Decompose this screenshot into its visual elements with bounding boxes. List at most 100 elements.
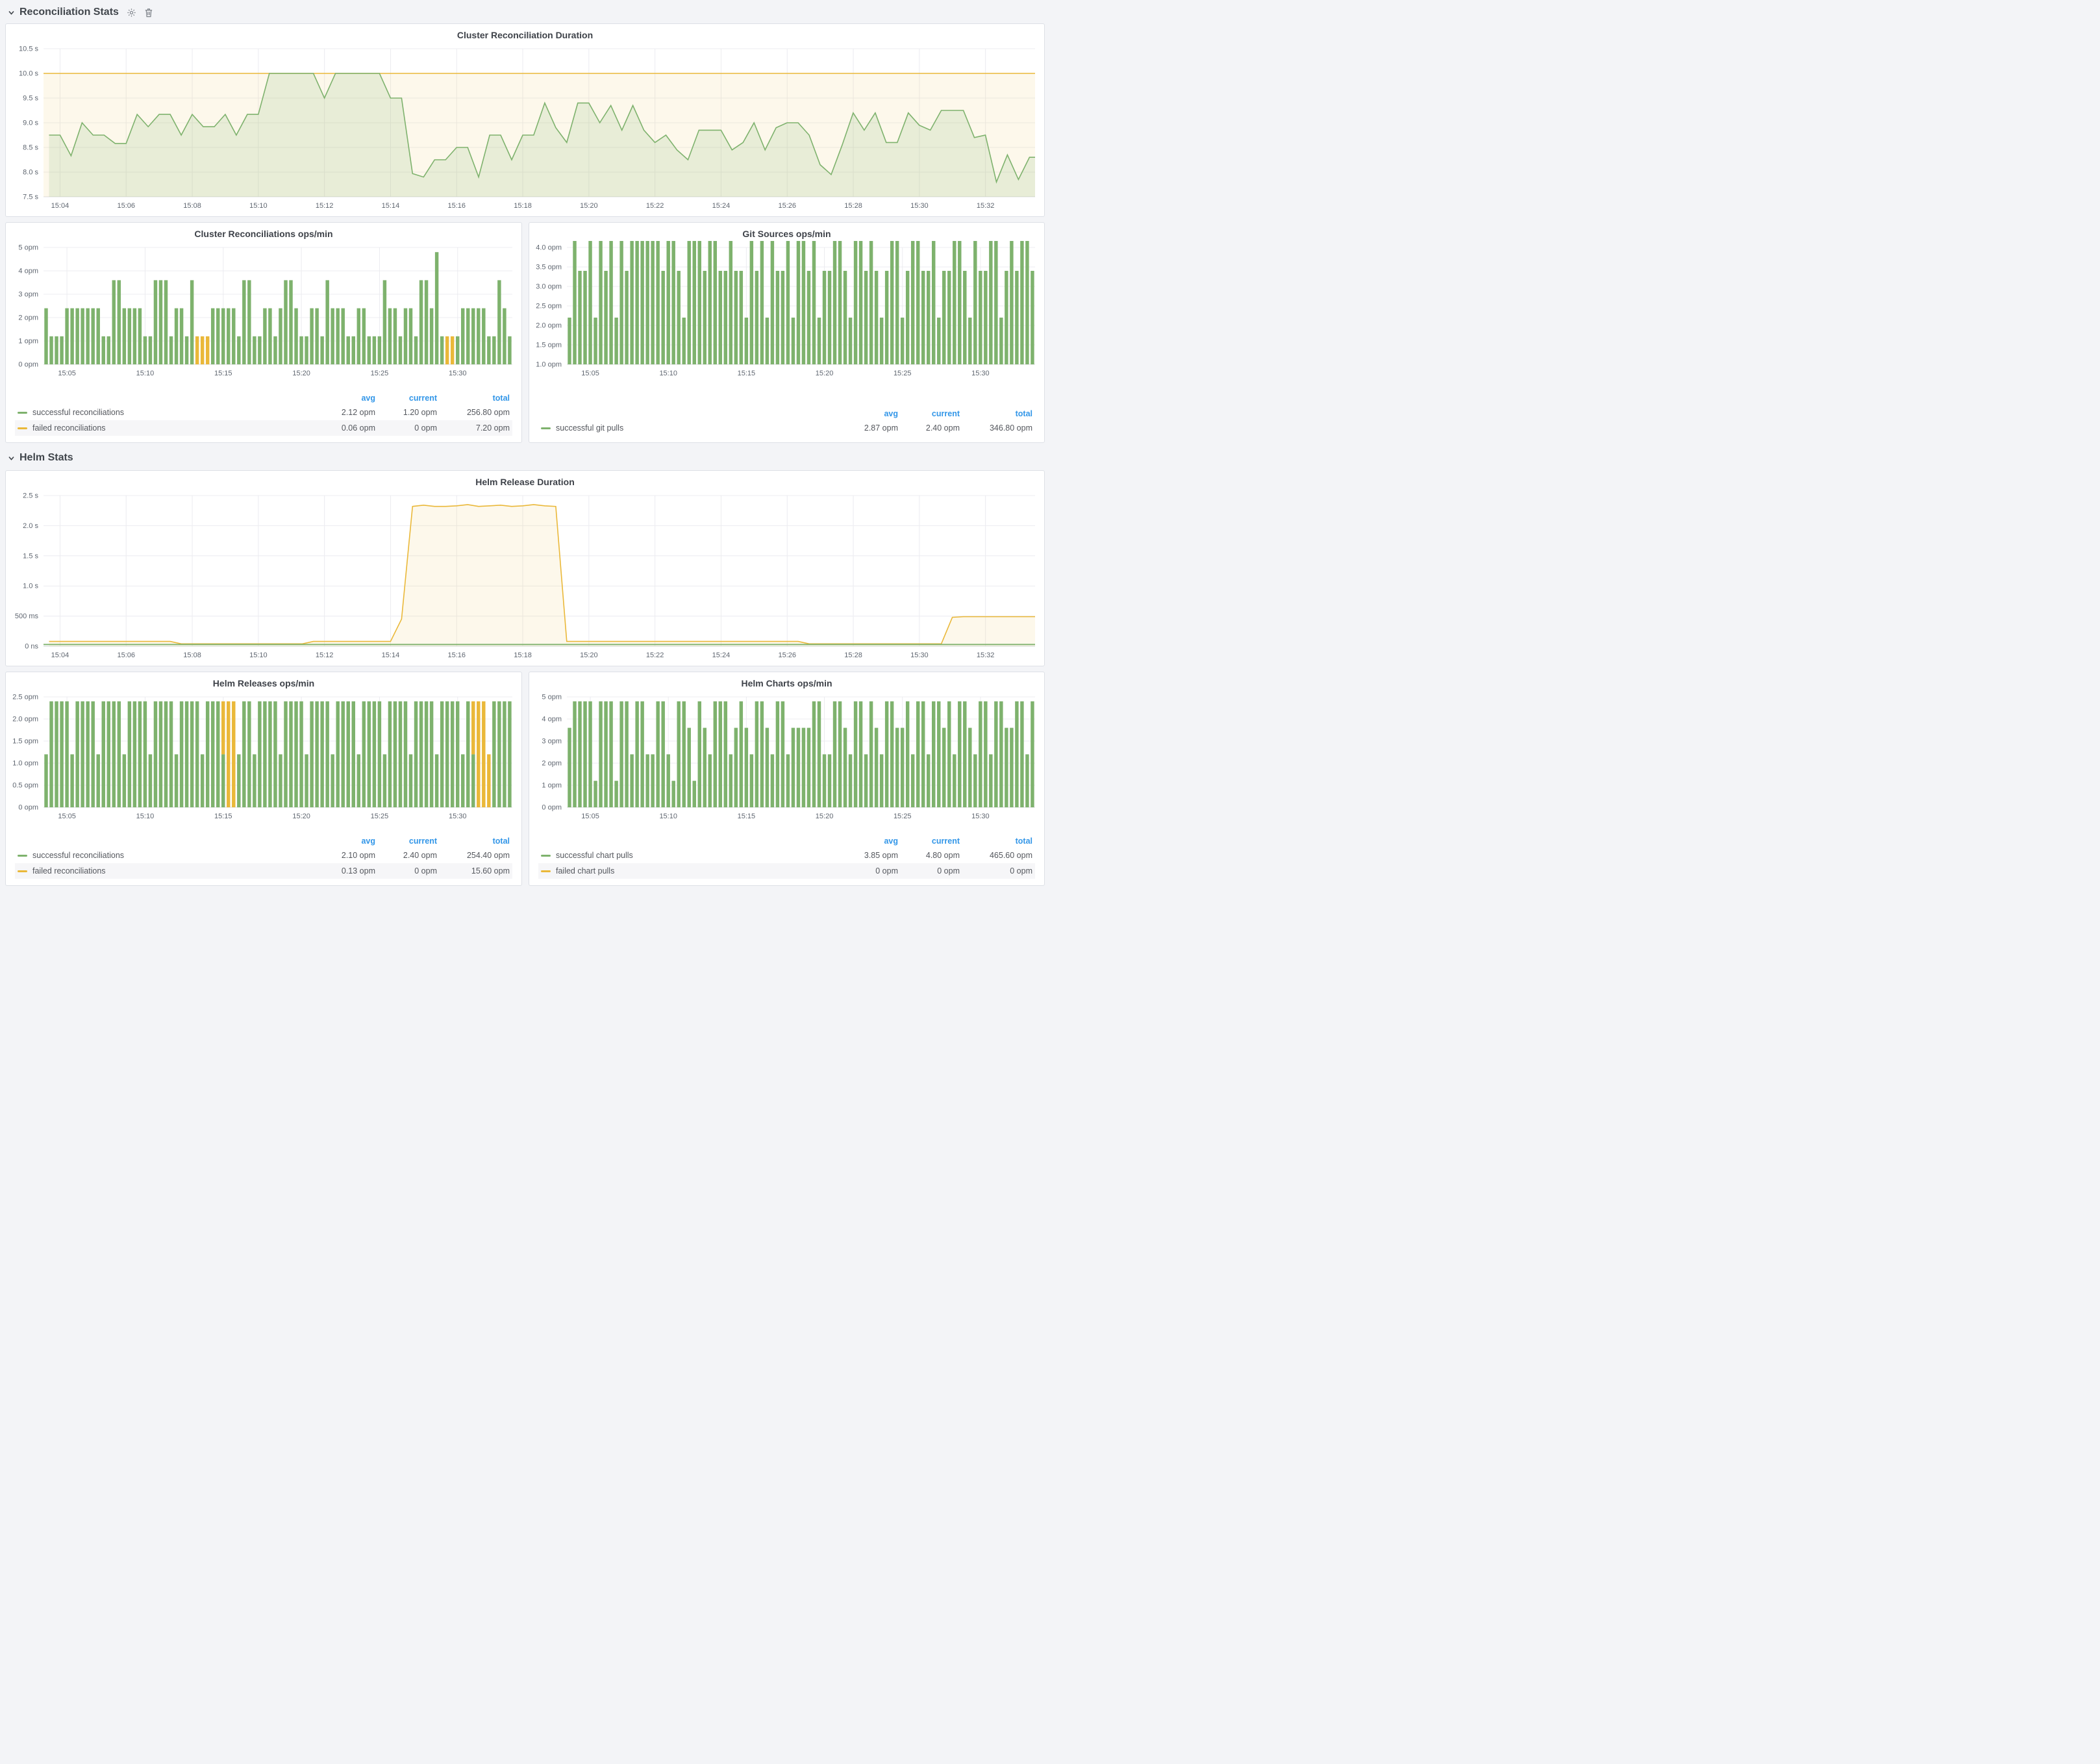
legend-sort-avg[interactable]: avg — [833, 837, 898, 846]
chart-canvas-helm-releases-opm[interactable]: 0 opm0.5 opm1.0 opm1.5 opm2.0 opm2.5 opm… — [6, 690, 521, 823]
chart-canvas-helm-release-duration[interactable]: 0 ns500 ms1.0 s1.5 s2.0 s2.5 s15:0415:06… — [6, 489, 1044, 662]
y-tick-label: 4 opm — [18, 268, 38, 275]
bar-successful — [1020, 701, 1023, 807]
legend-sort-total[interactable]: total — [960, 409, 1032, 418]
legend-sort-avg[interactable]: avg — [310, 394, 375, 403]
bar-successful — [671, 781, 675, 807]
legend-series-label[interactable]: successful git pulls — [541, 423, 833, 433]
bar-successful — [583, 271, 586, 364]
bar-successful — [419, 280, 423, 364]
y-tick-label: 9.5 s — [23, 95, 38, 103]
legend-value-total: 15.60 opm — [437, 866, 510, 876]
bar-successful — [583, 701, 586, 807]
y-tick-label: 3.5 opm — [536, 264, 562, 271]
chevron-down-icon — [8, 455, 15, 462]
bar-successful — [921, 271, 925, 364]
y-tick-label: 2.5 s — [23, 492, 38, 500]
bar-successful — [708, 241, 712, 364]
legend-sort-current[interactable]: current — [375, 394, 437, 403]
bar-successful — [211, 309, 214, 364]
panel-cluster-reconciliations-opm: Cluster Reconciliations ops/min 0 opm1 o… — [5, 222, 522, 443]
bar-successful — [869, 241, 873, 364]
legend-value-avg: 2.12 opm — [310, 408, 375, 417]
bar-successful — [383, 754, 386, 807]
legend-sort-current[interactable]: current — [375, 837, 437, 846]
bar-successful — [221, 754, 225, 807]
legend-sort-avg[interactable]: avg — [833, 409, 898, 418]
trash-icon[interactable] — [144, 8, 153, 18]
y-tick-label: 4 opm — [542, 716, 562, 724]
panel-title[interactable]: Helm Charts ops/min — [529, 672, 1044, 690]
section-toggle-helm-stats[interactable]: Helm Stats — [8, 452, 73, 464]
panel-title[interactable]: Git Sources ops/min — [529, 223, 1044, 241]
x-tick-label: 15:32 — [977, 651, 995, 659]
x-tick-label: 15:30 — [971, 370, 990, 377]
bar-successful — [112, 280, 116, 364]
bar-successful — [342, 701, 345, 807]
x-tick-label: 15:24 — [712, 651, 731, 659]
legend-sort-total[interactable]: total — [437, 394, 510, 403]
legend-row: failed chart pulls0 opm0 opm0 opm — [538, 863, 1035, 879]
bar-successful — [968, 728, 971, 807]
bar-successful — [609, 701, 612, 807]
legend-sort-total[interactable]: total — [437, 837, 510, 846]
bar-successful — [445, 701, 449, 807]
bar-failed — [451, 336, 454, 364]
bar-successful — [242, 280, 245, 364]
bar-successful — [984, 271, 987, 364]
bar-successful — [942, 728, 945, 807]
legend-header-row: avgcurrenttotal — [538, 407, 1035, 420]
bar-successful — [1005, 271, 1008, 364]
legend-sort-current[interactable]: current — [898, 409, 960, 418]
section-toggle-reconciliation-stats[interactable]: Reconciliation Stats — [8, 6, 119, 18]
legend-sort-avg[interactable]: avg — [310, 837, 375, 846]
gear-icon[interactable] — [127, 8, 136, 18]
bar-successful — [656, 701, 659, 807]
bar-successful — [968, 318, 971, 364]
legend-series-label[interactable]: successful reconciliations — [18, 851, 310, 860]
legend-series-label[interactable]: failed reconciliations — [18, 423, 310, 433]
y-tick-label: 500 ms — [15, 612, 39, 620]
chart-canvas-cluster-reconciliation-duration[interactable]: 7.5 s8.0 s8.5 s9.0 s9.5 s10.0 s10.5 s15:… — [6, 42, 1044, 212]
bar-successful — [635, 241, 638, 364]
bar-successful — [932, 701, 935, 807]
legend-sort-current[interactable]: current — [898, 837, 960, 846]
bar-successful — [394, 701, 397, 807]
chart-canvas-helm-charts-opm[interactable]: 0 opm1 opm2 opm3 opm4 opm5 opm15:0515:10… — [529, 690, 1044, 823]
chart-canvas-cluster-reconciliations-opm[interactable]: 0 opm1 opm2 opm3 opm4 opm5 opm15:0515:10… — [6, 241, 521, 380]
y-tick-label: 8.0 s — [23, 169, 38, 177]
panel-title[interactable]: Helm Releases ops/min — [6, 672, 521, 690]
y-tick-label: 1 opm — [542, 782, 562, 790]
bar-successful — [625, 271, 628, 364]
bar-successful — [656, 241, 659, 364]
legend-series-label[interactable]: successful chart pulls — [541, 851, 833, 860]
legend-series-label[interactable]: failed chart pulls — [541, 866, 833, 876]
x-tick-label: 15:30 — [910, 202, 929, 210]
y-tick-label: 1.0 opm — [536, 361, 562, 369]
y-tick-label: 0 opm — [18, 804, 38, 812]
bar-successful — [471, 309, 475, 364]
legend-value-total: 0 opm — [960, 866, 1032, 876]
panel-title[interactable]: Helm Release Duration — [6, 471, 1044, 489]
bar-successful — [409, 754, 412, 807]
legend-value-total: 254.40 opm — [437, 851, 510, 860]
legend-series-label[interactable]: failed reconciliations — [18, 866, 310, 876]
panel-title[interactable]: Cluster Reconciliation Duration — [6, 24, 1044, 42]
bar-successful — [232, 309, 235, 364]
x-tick-label: 15:10 — [136, 813, 155, 820]
bar-successful — [640, 701, 644, 807]
y-tick-label: 0 opm — [18, 361, 38, 369]
legend-series-label[interactable]: successful reconciliations — [18, 408, 310, 417]
bar-successful — [937, 701, 940, 807]
bar-successful — [169, 336, 173, 364]
bar-successful — [1015, 271, 1018, 364]
chart-canvas-git-sources-opm[interactable]: 1.0 opm1.5 opm2.0 opm2.5 opm3.0 opm3.5 o… — [529, 241, 1044, 380]
bar-successful — [451, 701, 454, 807]
bar-successful — [640, 241, 644, 364]
bar-failed — [206, 336, 209, 364]
panel-title[interactable]: Cluster Reconciliations ops/min — [6, 223, 521, 241]
bar-successful — [682, 701, 686, 807]
section-title: Helm Stats — [19, 452, 73, 464]
bar-successful — [425, 701, 428, 807]
legend-sort-total[interactable]: total — [960, 837, 1032, 846]
